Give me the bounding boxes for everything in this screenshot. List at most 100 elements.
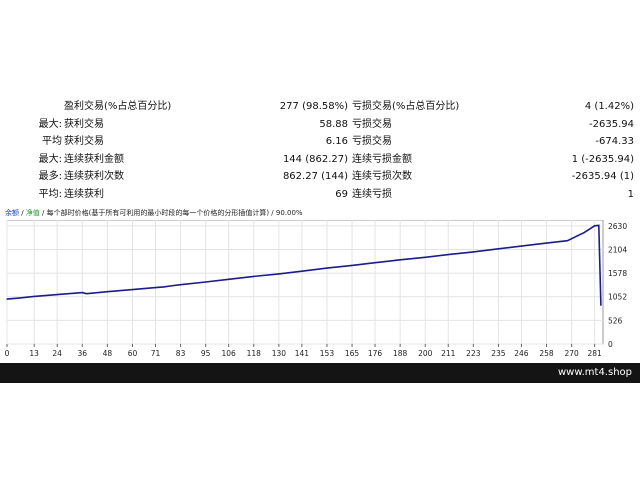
stats-row: 平均 获利交易 6.16 亏损交易 -674.33	[0, 133, 640, 150]
stats-name-left: 获利交易	[64, 136, 104, 148]
chart-header: 余额 / 净值 / 每个部时价格(基于所有可利用的最小时段的每一个价格的分形插值…	[5, 209, 303, 217]
stats-value-right: -2635.94	[589, 118, 634, 130]
footer-bar: www.mt4.shop	[0, 363, 640, 383]
data-point	[56, 294, 58, 296]
plot-frame	[6, 220, 604, 345]
data-point	[497, 248, 499, 250]
stats-name-left: 连续获利次数	[64, 171, 124, 183]
data-point	[374, 262, 376, 264]
stats-name-left: 盈利交易(%占总百分比)	[64, 101, 172, 112]
data-point	[16, 297, 19, 299]
data-point	[131, 289, 134, 291]
statistics-panel: 盈利交易(%占总百分比) 277 (98.58%) 亏损交易(%占总百分比) 4 (1…	[0, 98, 640, 205]
x-tick-label: 153	[320, 349, 335, 358]
data-point	[301, 270, 303, 272]
x-tick-label: 36	[78, 349, 88, 358]
x-tick-label: 270	[564, 349, 579, 358]
data-point	[520, 245, 523, 247]
stats-value-right: 1 (-2635.94)	[571, 153, 634, 165]
stats-row-label: 最大:	[38, 118, 62, 130]
x-tick-label: 246	[514, 349, 529, 358]
stats-value-left: 862.27 (144)	[282, 171, 348, 183]
data-point	[598, 224, 600, 226]
data-point	[106, 291, 108, 293]
stats-row: 最大: 获利交易 58.88 亏损交易 -2635.94	[0, 116, 640, 133]
x-tick-label: 0	[5, 349, 10, 358]
stats-row: 盈利交易(%占总百分比) 277 (98.58%) 亏损交易(%占总百分比) 4 (1…	[0, 98, 640, 115]
stats-value-left: 58.88	[319, 118, 348, 130]
stats-value-right: -674.33	[595, 136, 634, 148]
data-point	[278, 273, 280, 275]
x-tick-label: 176	[368, 349, 383, 358]
x-tick-label: 60	[128, 349, 138, 358]
y-tick-label: 1052	[608, 293, 627, 302]
x-tick-label: 95	[201, 349, 211, 358]
x-tick-label: 235	[491, 349, 506, 358]
stats-name-right: 连续亏损金额	[352, 153, 412, 165]
y-tick-label: 2104	[608, 245, 627, 254]
chart-plot-area: 2630 2104 1578 1052 526 0 0 13 24 36 48 60 71 83 95 106…	[5, 220, 627, 358]
x-tick-label: 211	[441, 349, 456, 358]
stats-name-right: 亏损交易(%占总百分比)	[352, 101, 460, 112]
data-point	[163, 286, 165, 288]
equity-legend: 净值	[25, 209, 40, 217]
stats-row-label: 平均:	[38, 189, 62, 200]
stats-name-right: 连续亏损次数	[352, 171, 412, 183]
site-url[interactable]: www.mt4.shop	[558, 363, 632, 383]
data-point	[583, 232, 585, 234]
stats-value-right: -2635.94 (1)	[571, 171, 634, 183]
data-point	[205, 281, 207, 283]
stats-value-right: 1	[627, 189, 634, 200]
data-point	[180, 284, 182, 286]
stats-value-left: 6.16	[325, 136, 348, 148]
stats-row-label: 平均	[42, 136, 62, 148]
y-tick-label: 526	[608, 316, 623, 325]
stats-row: 平均: 连续获利 69 连续亏损 1	[0, 186, 640, 203]
data-point	[399, 259, 401, 261]
y-tick-label: 2630	[608, 222, 627, 231]
data-point	[447, 254, 449, 256]
stats-row: 最大: 连续获利金额 144 (862.27) 连续亏损金额 1 (-2635.94)	[0, 151, 640, 168]
balance-legend: 余额	[5, 209, 19, 217]
x-tick-label: 13	[29, 349, 39, 358]
data-point	[472, 251, 474, 253]
x-tick-label: 48	[103, 349, 113, 358]
stats-row-label: 最多:	[38, 171, 62, 183]
x-tick-label: 71	[151, 349, 161, 358]
data-point	[81, 292, 83, 294]
stats-name-left: 连续获利	[64, 189, 104, 200]
data-point	[228, 278, 230, 280]
data-point	[600, 304, 602, 306]
stats-name-right: 连续亏损	[352, 189, 392, 200]
data-point	[545, 242, 548, 244]
x-tick-label: 165	[345, 349, 360, 358]
data-point	[424, 256, 426, 258]
stats-value-left: 144 (862.27)	[282, 153, 348, 165]
data-point	[85, 293, 88, 295]
x-tick-label: 200	[418, 349, 433, 358]
x-tick-label: 83	[176, 349, 186, 358]
x-tick-label: 188	[393, 349, 408, 358]
data-point	[566, 240, 569, 242]
y-tick-label: 0	[608, 340, 613, 349]
x-tick-label: 281	[587, 349, 602, 358]
stats-name-right: 亏损交易	[352, 118, 392, 130]
stats-value-right: 4 (1.42%)	[584, 101, 634, 112]
data-point	[351, 264, 353, 266]
x-tick-label: 118	[247, 349, 262, 358]
data-point	[326, 267, 328, 269]
balance-chart: 余额 / 净值 / 每个部时价格(基于所有可利用的最小时段的每一个价格的分形插值…	[5, 207, 634, 358]
stats-name-right: 亏损交易	[352, 136, 392, 148]
stats-value-left: 69	[335, 189, 348, 200]
y-tick-label: 1578	[608, 269, 627, 278]
data-point	[33, 295, 35, 297]
stats-row: 最多: 连续获利次数 862.27 (144) 连续亏损次数 -2635.94 (1)	[0, 168, 640, 185]
x-tick-label: 130	[272, 349, 287, 358]
data-point	[594, 225, 596, 227]
data-point	[253, 275, 255, 277]
x-tick-label: 258	[539, 349, 554, 358]
x-tick-label: 24	[52, 349, 62, 358]
stats-value-left: 277 (98.58%)	[279, 101, 348, 112]
x-tick-label: 223	[466, 349, 481, 358]
stats-name-left: 获利交易	[64, 118, 104, 130]
